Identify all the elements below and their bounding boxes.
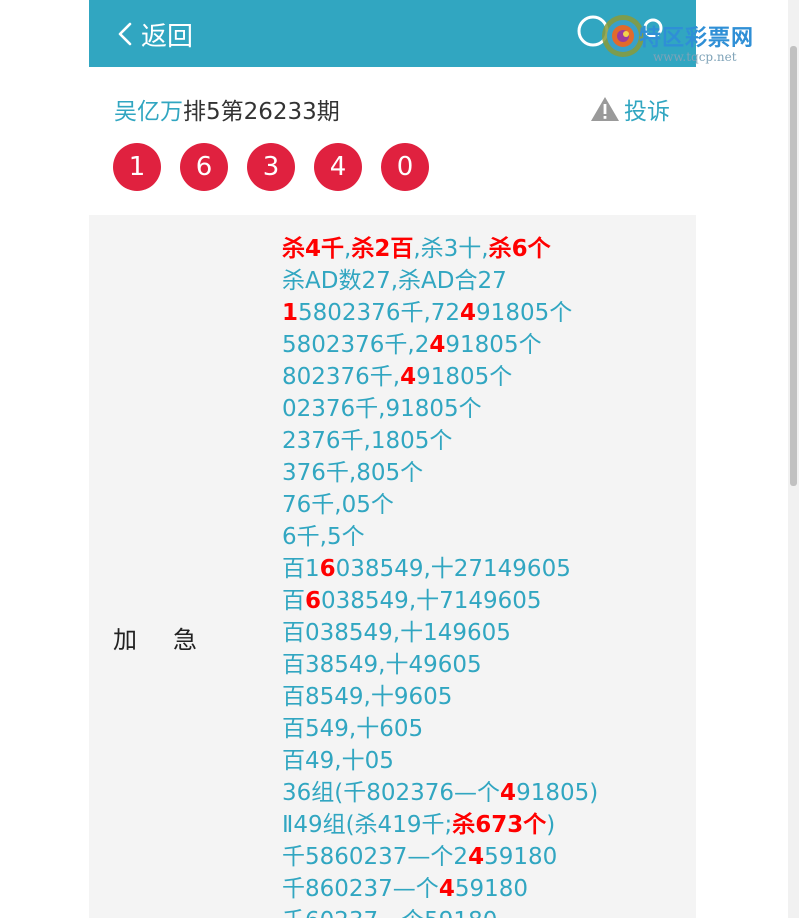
text-segment: Ⅱ49组(杀419千;	[282, 812, 453, 838]
text-segment: 91805)	[516, 780, 599, 806]
site-logo[interactable]: 特区彩票网 www.tqcp.net	[577, 6, 792, 64]
prediction-line: 5802376千,2491805个	[282, 329, 692, 361]
logo-url: www.tqcp.net	[653, 50, 737, 64]
prediction-line: 百549,十605	[282, 713, 692, 745]
logo-title: 特区彩票网	[639, 26, 755, 51]
prediction-line: 2376千,1805个	[282, 425, 692, 457]
text-segment: )	[546, 812, 556, 838]
prediction-line: 百038549,十149605	[282, 617, 692, 649]
prediction-lines: 杀4千,杀2百,杀3十,杀6个杀AD数27,杀AD合27 15802376千,72…	[282, 233, 692, 918]
highlight-segment: 杀6个	[488, 236, 551, 262]
text-segment: 百8549,十9605	[282, 684, 453, 710]
text-segment: 2376千,1805个	[282, 428, 453, 454]
prediction-line: 36组(千802376—个491805)	[282, 777, 692, 809]
highlight-segment: 1	[282, 300, 299, 326]
highlight-segment: 4	[468, 844, 485, 870]
prediction-line: 15802376千,72491805个	[282, 297, 692, 329]
text-segment: 千5860237—个2	[282, 844, 469, 870]
prediction-line: 376千,805个	[282, 457, 692, 489]
prediction-line: 杀4千,杀2百,杀3十,杀6个	[282, 233, 692, 265]
back-label: 返回	[141, 21, 194, 52]
text-segment: 36组(千802376—个	[282, 780, 501, 806]
prediction-line: 6千,5个	[282, 521, 692, 553]
text-segment: 5802376千,2	[282, 332, 430, 358]
scrollbar-thumb[interactable]	[790, 46, 797, 486]
prediction-line: Ⅱ49组(杀419千;杀673个)	[282, 809, 692, 841]
highlight-segment: 4	[460, 300, 477, 326]
category-label: 加急	[113, 626, 233, 654]
text-segment: 百038549,十149605	[282, 620, 511, 646]
result-ball: 4	[314, 143, 362, 191]
text-segment: 91805个	[476, 300, 573, 326]
result-balls: 1 6 3 4 0	[113, 143, 448, 191]
prediction-line: 千860237—个459180	[282, 873, 692, 905]
author-link[interactable]: 吴亿万	[114, 99, 183, 125]
text-segment: 91805个	[416, 364, 513, 390]
prediction-line: 杀AD数27,杀AD合27	[282, 265, 692, 297]
text-segment: 百38549,十49605	[282, 652, 482, 678]
result-ball: 1	[113, 143, 161, 191]
prediction-line: 百8549,十9605	[282, 681, 692, 713]
prediction-line: 百38549,十49605	[282, 649, 692, 681]
highlight-segment: 4	[500, 780, 517, 806]
highlight-segment: 杀2百	[351, 236, 414, 262]
text-segment: 91805个	[445, 332, 542, 358]
text-segment: 02376千,91805个	[282, 396, 482, 422]
result-ball: 3	[247, 143, 295, 191]
text-segment: 76千,05个	[282, 492, 394, 518]
text-segment: 376千,805个	[282, 460, 424, 486]
text-segment: ,杀3十,	[413, 236, 489, 262]
prediction-line: 百6038549,十7149605	[282, 585, 692, 617]
highlight-segment: 4	[429, 332, 446, 358]
text-segment: 038549,十27149605	[335, 556, 571, 582]
text-segment: 杀AD数27,杀AD合27	[282, 268, 507, 294]
text-segment: 6千,5个	[282, 524, 365, 550]
text-segment: 千60237—个59180	[282, 908, 497, 918]
prediction-line: 02376千,91805个	[282, 393, 692, 425]
prediction-line: 千5860237—个2459180	[282, 841, 692, 873]
prediction-line: 百49,十05	[282, 745, 692, 777]
highlight-segment: 4	[438, 876, 455, 902]
highlight-segment: 杀673个	[452, 812, 547, 838]
warning-icon	[591, 97, 619, 121]
text-segment: 59180	[454, 876, 528, 902]
result-ball: 6	[180, 143, 228, 191]
text-segment: 百49,十05	[282, 748, 394, 774]
text-segment: 百549,十605	[282, 716, 424, 742]
result-ball: 0	[381, 143, 429, 191]
text-segment: 百1	[282, 556, 320, 582]
text-segment: 百	[282, 588, 305, 614]
text-segment: 59180	[484, 844, 558, 870]
complain-label: 投诉	[624, 99, 670, 125]
highlight-segment: 杀4千	[282, 236, 345, 262]
text-segment: 802376千,	[282, 364, 401, 390]
prediction-line: 千60237—个59180	[282, 905, 692, 918]
prediction-line: 76千,05个	[282, 489, 692, 521]
prediction-line: 802376千,491805个	[282, 361, 692, 393]
post-title-row: 吴亿万排5第26233期 投诉	[114, 92, 674, 128]
highlight-segment: 6	[319, 556, 336, 582]
complain-button[interactable]: 投诉	[590, 92, 670, 126]
back-button[interactable]: 返回	[115, 16, 193, 52]
prediction-content: 加急 杀4千,杀2百,杀3十,杀6个 杀AD数27,杀AD合27 15802376千…	[89, 215, 696, 918]
highlight-segment: 6	[305, 588, 322, 614]
prediction-line: 百16038549,十27149605	[282, 553, 692, 585]
issue-title: 排5第26233期	[183, 99, 340, 125]
page-scrollbar[interactable]	[788, 0, 799, 918]
chevron-left-icon	[118, 22, 132, 46]
text-segment: 5802376千,72	[298, 300, 461, 326]
text-segment: 千860237—个	[282, 876, 439, 902]
highlight-segment: 4	[400, 364, 417, 390]
text-segment: 038549,十7149605	[321, 588, 542, 614]
